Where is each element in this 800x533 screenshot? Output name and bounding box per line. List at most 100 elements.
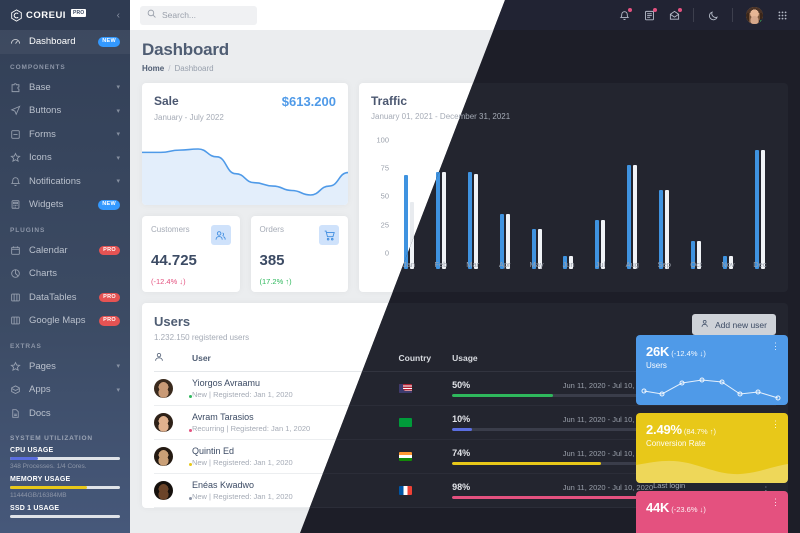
sidebar-badge: PRO (99, 245, 120, 255)
flag-icon-br (398, 418, 412, 427)
brand-header: COREUI PRO ‹ (0, 0, 130, 30)
sidebar-item-forms[interactable]: Forms ▾ (0, 123, 130, 147)
chevron-down-icon[interactable]: ▾ (116, 386, 120, 394)
sidebar-item-charts[interactable]: Charts (0, 262, 130, 286)
chevron-down-icon[interactable]: ▾ (116, 362, 120, 370)
bar-series-2 (665, 189, 670, 269)
sale-amount: $613.200 (281, 94, 336, 109)
cell-usage: 74% Jun 11, 2020 - Jul 10, 2020 (452, 439, 654, 474)
chevron-down-icon[interactable]: ▾ (116, 107, 120, 115)
moon-icon[interactable] (707, 9, 719, 21)
sidebar-item-calendar[interactable]: Calendar PRO (0, 239, 130, 263)
avatar (154, 481, 193, 501)
widget-card-2: ⋮ 44K (-23.6% ↓) (636, 491, 788, 533)
sidebar-item-buttons[interactable]: Buttons ▾ (0, 99, 130, 123)
sidebar-collapse-icon[interactable]: ‹ (117, 10, 120, 21)
x-tick-label: Aug (625, 260, 639, 269)
meter-label: MEMORY USAGE (10, 476, 71, 483)
sidebar-item-notifications[interactable]: Notifications ▾ (0, 170, 130, 194)
add-new-user-button-dark[interactable]: Add new user (692, 314, 776, 335)
star-outline-icon (10, 361, 21, 372)
map-icon (10, 315, 21, 326)
sidebar-item-label: Forms (29, 128, 56, 140)
tasks-badge (653, 8, 657, 12)
col-usage-header: Usage (452, 352, 654, 372)
sidebar-item-label: Buttons (29, 105, 62, 117)
mail-icon[interactable] (668, 8, 682, 21)
meter-bar (10, 457, 120, 460)
widget-value: 44K (646, 500, 670, 515)
chevron-down-icon[interactable]: ▾ (116, 177, 120, 185)
flag-icon-fr (398, 486, 412, 495)
bar-group: Apr (498, 135, 511, 269)
sidebar-item-label: Pages (29, 360, 56, 372)
sidebar-item-label: Docs (29, 407, 51, 419)
sidebar-item-dashboard[interactable]: Dashboard NEW (0, 30, 130, 54)
sidebar-item-docs[interactable]: Docs (0, 402, 130, 426)
x-tick-label: Apr (498, 260, 511, 269)
header-divider-2 (732, 8, 733, 22)
sidebar-section-title: EXTRAS (10, 342, 42, 350)
widget-delta: (-23.6% ↓) (671, 505, 706, 514)
x-tick-label: May (529, 260, 544, 269)
y-tick: 100 (376, 135, 389, 145)
breadcrumb-home[interactable]: Home (142, 64, 164, 73)
grid-apps-icon[interactable] (776, 9, 788, 21)
cart-icon (319, 225, 339, 245)
meter-bar (10, 486, 120, 489)
sidebar-item-base[interactable]: Base ▾ (0, 76, 130, 100)
widget-sparkline (636, 365, 788, 405)
people-icon (210, 225, 231, 245)
cell-avatar (154, 371, 193, 406)
stat-label: Customers (151, 225, 190, 234)
sidebar-badge: PRO (99, 292, 120, 302)
bell-icon (10, 176, 21, 187)
meter-sub: 348 Processes. 1/4 Cores. (10, 463, 87, 470)
sidebar-item-apps[interactable]: Apps ▾ (0, 378, 130, 402)
calculator-icon (10, 199, 21, 210)
bell-icon[interactable] (618, 8, 632, 21)
chevron-down-icon[interactable]: ▾ (116, 83, 120, 91)
sidebar-item-google-maps[interactable]: Google Maps PRO (0, 309, 130, 333)
widget-menu-icon[interactable]: ⋮ (771, 497, 780, 506)
cell-usage: 10% Jun 11, 2020 - Jul 10, 2020 (452, 405, 654, 440)
usage-progress-bar (452, 496, 654, 499)
brand-logo[interactable]: COREUI PRO (10, 8, 87, 22)
sidebar-item-pages[interactable]: Pages ▾ (0, 355, 130, 379)
bar-group: Mar (466, 135, 479, 269)
flag-icon-us (398, 384, 412, 393)
x-tick-label: Jul (595, 260, 606, 269)
sidebar-section-title: COMPONENTS (10, 63, 66, 71)
chevron-down-icon[interactable]: ▾ (116, 130, 120, 138)
y-tick: 25 (380, 220, 389, 230)
y-axis: 0 25 50 75 100 (371, 135, 393, 284)
sidebar-badge: NEW (98, 37, 120, 47)
usage-percent: 74% (452, 448, 471, 459)
widget-menu-icon[interactable]: ⋮ (771, 419, 780, 428)
sidebar-item-label: Widgets (29, 199, 64, 211)
sale-period: January - July 2022 (154, 113, 224, 122)
mail-badge (678, 8, 682, 12)
widget-menu-icon[interactable]: ⋮ (771, 341, 780, 350)
bar-group: Jun (562, 135, 575, 269)
sidebar-item-icons[interactable]: Icons ▾ (0, 146, 130, 170)
sidebar-item-widgets[interactable]: Widgets NEW (0, 193, 130, 217)
y-tick: 0 (384, 248, 389, 258)
bar-group: Jul (595, 135, 606, 269)
speedometer-icon (10, 36, 21, 47)
x-tick-label: Sep (657, 260, 671, 269)
search-box[interactable]: Search... (140, 5, 257, 25)
x-tick-label: Feb (434, 260, 448, 269)
widget-delta: (-12.4% ↓) (671, 349, 706, 358)
list-icon[interactable] (643, 8, 657, 21)
bar-series-2 (473, 173, 478, 269)
meter-bar (10, 515, 120, 518)
avatar[interactable] (746, 6, 763, 24)
chevron-down-icon[interactable]: ▾ (116, 154, 120, 162)
file-icon (10, 408, 21, 419)
calendar-icon (10, 245, 21, 256)
usage-percent: 50% (452, 380, 471, 391)
sidebar-item-datatables[interactable]: DataTables PRO (0, 286, 130, 310)
bar-series-1 (627, 165, 632, 269)
sidebar-item-label: Apps (29, 384, 51, 396)
